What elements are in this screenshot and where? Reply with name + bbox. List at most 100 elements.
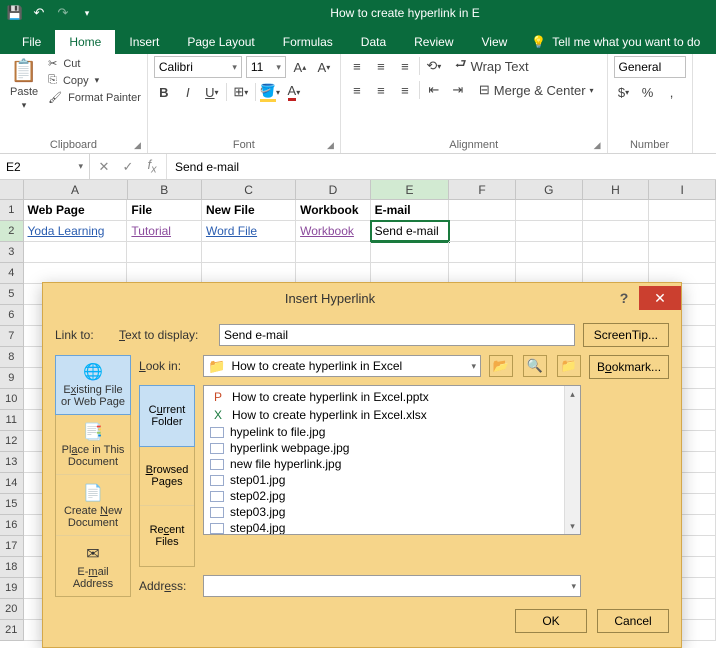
column-header-H[interactable]: H: [583, 180, 650, 199]
row-header-14[interactable]: 14: [0, 473, 24, 494]
cell-H1[interactable]: [583, 200, 650, 221]
orientation-button[interactable]: ⟲▾: [424, 56, 444, 76]
scroll-up-button[interactable]: ▴: [565, 386, 580, 402]
column-header-F[interactable]: F: [449, 180, 516, 199]
ok-button[interactable]: OK: [515, 609, 587, 633]
row-header-1[interactable]: 1: [0, 200, 24, 221]
cell-E2[interactable]: Send e-mail: [371, 221, 449, 242]
scroll-down-button[interactable]: ▾: [565, 518, 580, 534]
row-header-17[interactable]: 17: [0, 536, 24, 557]
qat-customize[interactable]: ▾: [76, 3, 98, 23]
cell-F3[interactable]: [449, 242, 516, 263]
alignment-dialog-launcher[interactable]: ◢: [594, 140, 601, 151]
underline-button[interactable]: U▾: [202, 82, 222, 102]
wrap-text-button[interactable]: ⮐Wrap Text: [448, 56, 536, 76]
merge-center-button[interactable]: ⊟Merge & Center▾: [472, 80, 601, 100]
cell-B1[interactable]: File: [127, 200, 202, 221]
file-list[interactable]: PHow to create hyperlink in Excel.pptxXH…: [203, 385, 581, 535]
browse-web-button[interactable]: 🔍: [523, 355, 547, 377]
font-size-combo[interactable]: 11▾: [246, 56, 286, 78]
file-item[interactable]: step03.jpg: [206, 504, 578, 520]
cell-A3[interactable]: [24, 242, 128, 263]
cell-C1[interactable]: New File: [202, 200, 296, 221]
tab-data[interactable]: Data: [347, 30, 400, 54]
formula-input[interactable]: Send e-mail: [167, 154, 716, 179]
save-button[interactable]: 💾: [4, 3, 26, 23]
name-box[interactable]: E2▾: [0, 154, 90, 179]
font-color-button[interactable]: A▾: [284, 82, 304, 102]
cell-H2[interactable]: [583, 221, 650, 242]
undo-button[interactable]: ↶: [28, 3, 50, 23]
cell-I4[interactable]: [649, 263, 716, 284]
screentip-button[interactable]: ScreenTip...: [583, 323, 669, 347]
border-button[interactable]: ⊞▾: [231, 82, 251, 102]
comma-button[interactable]: ,: [662, 82, 682, 102]
format-painter-button[interactable]: 🖌Format Painter: [48, 90, 141, 105]
cell-D4[interactable]: [296, 263, 371, 284]
row-header-7[interactable]: 7: [0, 326, 24, 347]
bold-button[interactable]: B: [154, 82, 174, 102]
row-header-18[interactable]: 18: [0, 557, 24, 578]
align-left-button[interactable]: ≡: [347, 80, 367, 100]
row-header-11[interactable]: 11: [0, 410, 24, 431]
file-item[interactable]: step01.jpg: [206, 472, 578, 488]
scrollbar[interactable]: ▴ ▾: [564, 386, 580, 534]
column-header-I[interactable]: I: [649, 180, 716, 199]
column-header-C[interactable]: C: [202, 180, 296, 199]
linkto-place-in-doc[interactable]: 📑Place in This Document: [56, 416, 130, 475]
cell-F2[interactable]: [449, 221, 516, 242]
cell-B4[interactable]: [127, 263, 202, 284]
column-header-B[interactable]: B: [128, 180, 203, 199]
look-in-combo[interactable]: 📁 How to create hyperlink in Excel ▾: [203, 355, 481, 377]
browse-file-button[interactable]: 📁: [557, 355, 581, 377]
up-folder-button[interactable]: 📂: [489, 355, 513, 377]
tab-insert[interactable]: Insert: [115, 30, 173, 54]
cell-B2[interactable]: Tutorial: [127, 221, 202, 242]
file-item[interactable]: PHow to create hyperlink in Excel.pptx: [206, 388, 578, 406]
row-header-13[interactable]: 13: [0, 452, 24, 473]
column-header-A[interactable]: A: [24, 180, 128, 199]
current-folder-button[interactable]: Current Folder: [139, 385, 195, 447]
decrease-indent-button[interactable]: ⇤: [424, 80, 444, 100]
cell-D1[interactable]: Workbook: [296, 200, 371, 221]
row-header-15[interactable]: 15: [0, 494, 24, 515]
close-button[interactable]: ✕: [639, 286, 681, 310]
column-header-G[interactable]: G: [516, 180, 583, 199]
cell-H4[interactable]: [583, 263, 650, 284]
cell-B3[interactable]: [127, 242, 202, 263]
font-name-combo[interactable]: Calibri▾: [154, 56, 242, 78]
align-center-button[interactable]: ≡: [371, 80, 391, 100]
clipboard-dialog-launcher[interactable]: ◢: [134, 140, 141, 151]
insert-function-button[interactable]: fx: [144, 157, 160, 176]
row-header-8[interactable]: 8: [0, 347, 24, 368]
row-header-5[interactable]: 5: [0, 284, 24, 305]
row-header-3[interactable]: 3: [0, 242, 24, 263]
number-format-combo[interactable]: General: [614, 56, 686, 78]
row-header-2[interactable]: 2: [0, 221, 24, 242]
align-middle-button[interactable]: ≡: [371, 56, 391, 76]
file-item[interactable]: new file hyperlink.jpg: [206, 456, 578, 472]
linkto-create-new[interactable]: 📄Create New Document: [56, 477, 130, 536]
tell-me-search[interactable]: 💡 Tell me what you want to do: [521, 30, 710, 54]
cancel-formula-button[interactable]: ✕: [96, 159, 112, 175]
row-header-9[interactable]: 9: [0, 368, 24, 389]
cell-G1[interactable]: [516, 200, 583, 221]
tab-formulas[interactable]: Formulas: [269, 30, 347, 54]
italic-button[interactable]: I: [178, 82, 198, 102]
cancel-button[interactable]: Cancel: [597, 609, 669, 633]
fill-color-button[interactable]: 🪣▾: [260, 82, 280, 102]
text-to-display-input[interactable]: Send e-mail: [219, 324, 575, 346]
bookmark-button[interactable]: Bookmark...: [589, 355, 669, 379]
cell-F4[interactable]: [449, 263, 516, 284]
browsed-pages-button[interactable]: Browsed Pages: [140, 446, 194, 507]
tab-home[interactable]: Home: [55, 30, 115, 54]
cell-I3[interactable]: [649, 242, 716, 263]
cell-C4[interactable]: [202, 263, 296, 284]
cell-C3[interactable]: [202, 242, 296, 263]
align-bottom-button[interactable]: ≡: [395, 56, 415, 76]
align-top-button[interactable]: ≡: [347, 56, 367, 76]
row-header-16[interactable]: 16: [0, 515, 24, 536]
column-header-E[interactable]: E: [371, 180, 449, 199]
select-all-corner[interactable]: [0, 180, 24, 199]
dialog-titlebar[interactable]: Insert Hyperlink ? ✕: [43, 283, 681, 313]
